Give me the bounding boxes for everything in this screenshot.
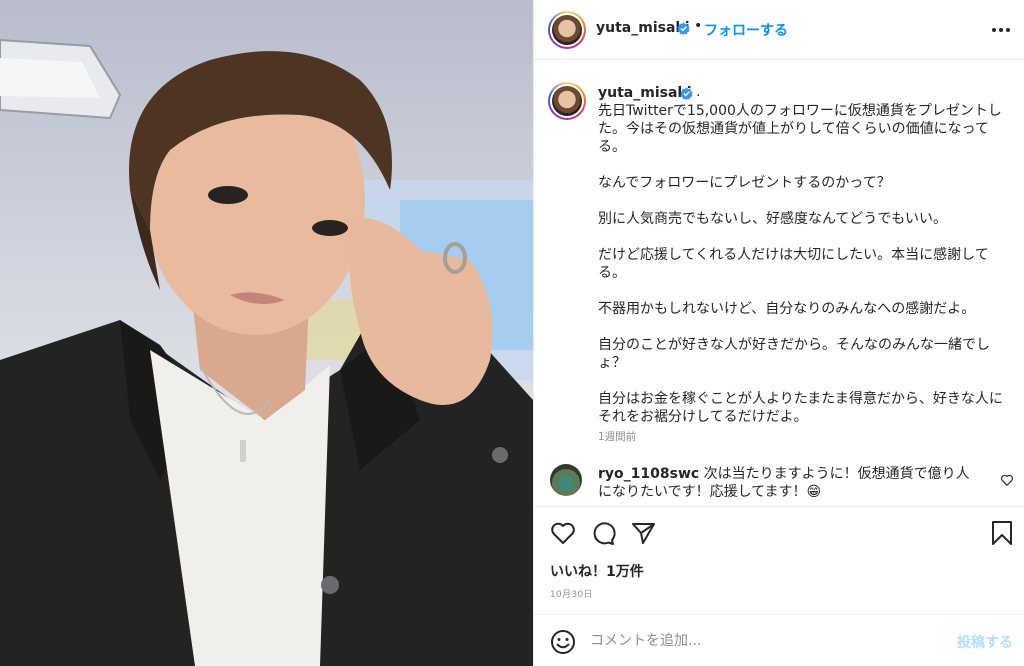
heart-icon[interactable] xyxy=(550,520,576,546)
verified-badge-icon xyxy=(677,22,690,35)
post-date[interactable]: 10月30日 xyxy=(550,587,593,600)
caption-username[interactable]: yuta_misaki xyxy=(598,85,692,101)
bookmark-icon[interactable] xyxy=(989,520,1015,546)
caption-section: yuta_misaki . 先日Twitterで15,000人のフォロワーに仮想… xyxy=(534,60,1024,460)
comment-item: ryo_1108swc 次は当たりますように！仮想通貨で億り人になりたいです！応… xyxy=(534,455,1024,505)
post-photo[interactable] xyxy=(0,0,533,666)
smiley-icon[interactable] xyxy=(550,629,576,655)
author-username[interactable]: yuta_misaki xyxy=(596,20,690,36)
caption-paragraph: 自分はお金を稼ぐことが人よりたまたま得意だから、好きな人にそれをお裾分けしてるだ… xyxy=(598,391,1003,425)
caption-timestamp[interactable]: 1週間前 xyxy=(598,429,636,444)
caption-author-avatar[interactable] xyxy=(548,82,586,120)
post-header: yuta_misaki • フォローする xyxy=(534,0,1024,60)
author-avatar[interactable] xyxy=(548,11,586,49)
more-horizontal-icon[interactable] xyxy=(990,20,1012,40)
caption-text: 先日Twitterで15,000人のフォロワーに仮想通貨をプレゼントした。今はそ… xyxy=(598,102,1008,426)
likes-count[interactable]: いいね！1万件 xyxy=(550,561,644,581)
selfie-illustration xyxy=(0,38,533,666)
comment-like-heart-icon[interactable] xyxy=(1000,473,1014,487)
caption-trailing-text: . xyxy=(696,84,701,100)
add-comment-bar: 投稿する xyxy=(534,614,1024,666)
follow-button[interactable]: フォローする xyxy=(704,20,788,40)
verified-badge-icon xyxy=(680,87,693,100)
caption-paragraph: 不器用かもしれないけど、自分なりのみんなへの感謝だよ。 xyxy=(598,301,976,317)
comment-body: ryo_1108swc 次は当たりますように！仮想通貨で億り人になりたいです！応… xyxy=(598,465,983,501)
post-actions: いいね！1万件 10月30日 xyxy=(534,506,1024,618)
caption-paragraph: だけど応援してくれる人だけは大切にしたい。本当に感謝してる。 xyxy=(598,247,989,281)
header-separator: • xyxy=(694,18,703,34)
commenter-username[interactable]: ryo_1108swc xyxy=(598,466,699,482)
comment-icon[interactable] xyxy=(590,520,616,546)
post-side-panel: yuta_misaki • フォローする yuta_misaki . 先日Twi… xyxy=(533,0,1024,666)
caption-paragraph: 自分のことが好きな人が好きだから。そんなのみんな一緒でしょ？ xyxy=(598,337,990,371)
caption-paragraph: なんでフォロワーにプレゼントするのかって？ xyxy=(598,175,891,191)
caption-paragraph: 別に人気商売でもないし、好感度なんてどうでもいい。 xyxy=(598,211,948,227)
commenter-avatar[interactable] xyxy=(550,464,582,496)
comment-input[interactable] xyxy=(590,630,930,652)
post-comment-button[interactable]: 投稿する xyxy=(957,632,1013,652)
caption-paragraph: 先日Twitterで15,000人のフォロワーに仮想通貨をプレゼントした。今はそ… xyxy=(598,103,1002,155)
share-icon[interactable] xyxy=(630,520,656,546)
